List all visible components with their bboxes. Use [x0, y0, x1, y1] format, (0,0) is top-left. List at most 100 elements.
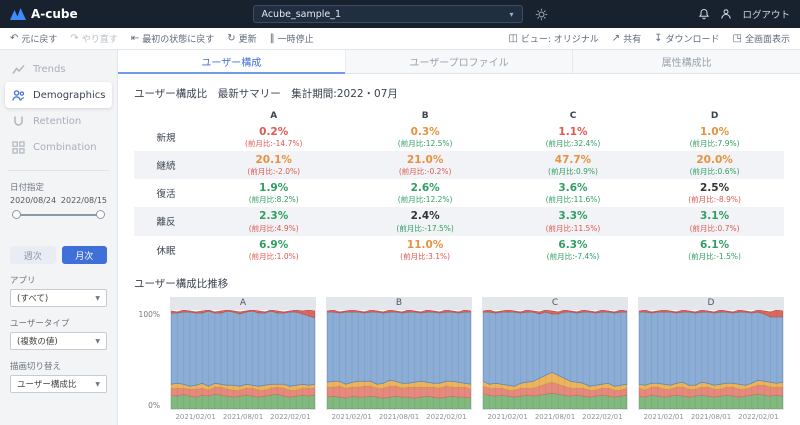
date-section-label: 日付指定 [0, 181, 117, 193]
summary-table-body: 新規0.2%(前月比:-14.7%)0.3%(前月比:12.5%)1.1%(前月… [134, 123, 784, 264]
metric-cell: 6.9%(前月比:1.0%) [198, 236, 349, 264]
redo-icon: ↷ [70, 34, 78, 44]
metric-delta: (前月比:12.5%) [349, 139, 500, 148]
sidebar-item-trends[interactable]: Trends [0, 56, 117, 82]
metric-value: 2.4% [349, 210, 500, 223]
row-label: 復活 [134, 179, 198, 207]
metric-delta: (前月比:1.0%) [198, 252, 349, 261]
app-filter-label: アプリ [0, 274, 117, 286]
slider-handle-start[interactable] [12, 210, 21, 219]
body-row: Trends Demographics Retention Combinatio… [0, 50, 800, 425]
metric-value: 0.2% [198, 126, 349, 139]
toolbar-right: ◫ビュー: オリジナル ↗共有 ↧ダウンロード ◳全画面表示 [508, 32, 790, 45]
sidebar-item-combination[interactable]: Combination [0, 134, 117, 160]
row-label: 離反 [134, 207, 198, 235]
corner-cell [134, 109, 198, 123]
undo-button[interactable]: ↶元に戻す [10, 32, 57, 45]
monthly-button[interactable]: 月次 [62, 246, 108, 264]
chart-B: B2021/02/012021/08/012022/02/01 [326, 297, 472, 421]
metric-delta: (前月比:4.9%) [198, 224, 349, 233]
chart-C: C2021/02/012021/08/012022/02/01 [482, 297, 628, 421]
date-range-slider[interactable] [12, 208, 105, 222]
table-row: 新規0.2%(前月比:-14.7%)0.3%(前月比:12.5%)1.1%(前月… [134, 123, 784, 151]
x-tick-label: 2021/08/01 [379, 413, 419, 421]
chart-A: A2021/02/012021/08/012022/02/01 [170, 297, 316, 421]
usertype-filter-label: ユーザータイプ [0, 317, 117, 329]
charts-row-wrap: 100% 0% A2021/02/012021/08/012022/02/01B… [134, 297, 784, 421]
charts-row: A2021/02/012021/08/012022/02/01B2021/02/… [170, 297, 784, 421]
metric-delta: (前月比:-1.5%) [645, 252, 784, 261]
metric-value: 6.3% [501, 239, 645, 252]
notification-bell-icon[interactable] [698, 8, 710, 20]
metric-delta: (前月比:8.2%) [198, 195, 349, 204]
fullscreen-button[interactable]: ◳全画面表示 [733, 32, 790, 45]
table-row: 休眠6.9%(前月比:1.0%)11.0%(前月比:3.1%)6.3%(前月比:… [134, 236, 784, 264]
metric-value: 20.1% [198, 154, 349, 167]
logout-button[interactable]: ログアウト [742, 7, 790, 21]
chart-header-label: B [326, 297, 472, 310]
app-filter-select[interactable]: (すべて)▼ [10, 289, 107, 307]
download-button[interactable]: ↧ダウンロード [654, 32, 719, 45]
reset-button[interactable]: ⇤最初の状態に戻す [131, 32, 214, 45]
x-axis-labels: 2021/02/012021/08/012022/02/01 [638, 413, 784, 421]
date-end: 2022/08/15 [61, 196, 107, 205]
date-start: 2020/08/24 [10, 196, 56, 205]
metric-cell: 1.1%(前月比:32.4%) [501, 123, 645, 151]
pause-icon: ‖ [270, 34, 275, 44]
workspace-select[interactable]: Acube_sample_1 ▾ [253, 5, 523, 23]
stacked-area-chart [638, 310, 784, 410]
sidebar-item-retention[interactable]: Retention [0, 108, 117, 134]
metric-delta: (前月比:12.2%) [349, 195, 500, 204]
x-tick-label: 2021/02/01 [487, 413, 527, 421]
metric-value: 11.0% [349, 239, 500, 252]
metric-cell: 0.3%(前月比:12.5%) [349, 123, 500, 151]
usertype-filter-select[interactable]: (複数の値)▼ [10, 332, 107, 350]
toolbar: ↶元に戻す ↷やり直す ⇤最初の状態に戻す ↻更新 ‖一時停止 ◫ビュー: オリ… [0, 28, 800, 50]
metric-delta: (前月比:-14.7%) [198, 139, 349, 148]
toolbar-left: ↶元に戻す ↷やり直す ⇤最初の状態に戻す ↻更新 ‖一時停止 [10, 32, 314, 45]
weekly-button[interactable]: 週次 [10, 246, 56, 264]
tab-attribute-composition[interactable]: 属性構成比 [573, 50, 800, 73]
logo-text: A-cube [31, 7, 78, 21]
metric-value: 3.1% [645, 210, 784, 223]
draw-switch-select[interactable]: ユーザー構成比▼ [10, 375, 107, 393]
chevron-down-icon: ▼ [95, 338, 100, 345]
metric-delta: (前月比:-7.4%) [501, 252, 645, 261]
slider-range [17, 214, 101, 216]
refresh-button[interactable]: ↻更新 [227, 32, 256, 45]
top-bar: A-cube Acube_sample_1 ▾ ログアウト [0, 0, 800, 28]
chart-section-title: ユーザー構成比推移 [134, 276, 784, 291]
stacked-area-chart [326, 310, 472, 410]
reset-icon: ⇤ [131, 34, 139, 44]
share-icon: ↗ [612, 34, 620, 44]
metric-value: 20.0% [645, 154, 784, 167]
metric-cell: 2.5%(前月比:-8.9%) [645, 179, 784, 207]
tab-user-composition[interactable]: ユーザー構成 [118, 50, 346, 73]
frequency-toggle: 週次 月次 [0, 246, 117, 264]
pause-button[interactable]: ‖一時停止 [270, 32, 314, 45]
metric-delta: (前月比:0.6%) [645, 167, 784, 176]
view-original-button[interactable]: ◫ビュー: オリジナル [508, 32, 598, 45]
redo-button[interactable]: ↷やり直す [70, 32, 117, 45]
metric-cell: 3.1%(前月比:0.7%) [645, 207, 784, 235]
metric-value: 2.3% [198, 210, 349, 223]
sidebar-item-demographics[interactable]: Demographics [5, 82, 112, 108]
grid-squares-icon [12, 141, 25, 154]
user-avatar-icon[interactable] [720, 8, 732, 20]
x-tick-label: 2022/02/01 [582, 413, 622, 421]
share-button[interactable]: ↗共有 [612, 32, 641, 45]
x-tick-label: 2022/02/01 [270, 413, 310, 421]
summary-table-head-row: ABCD [134, 109, 784, 123]
metric-cell: 0.2%(前月比:-14.7%) [198, 123, 349, 151]
settings-gear-icon[interactable] [535, 8, 548, 21]
chart-header-label: D [638, 297, 784, 310]
x-tick-label: 2021/08/01 [691, 413, 731, 421]
summary-table: ABCD 新規0.2%(前月比:-14.7%)0.3%(前月比:12.5%)1.… [134, 109, 784, 264]
metric-value: 3.6% [501, 182, 645, 195]
metric-delta: (前月比:0.9%) [501, 167, 645, 176]
slider-handle-end[interactable] [96, 210, 105, 219]
content-area: ユーザー構成比 最新サマリー 集計期間:2022・07月 ABCD 新規0.2%… [118, 74, 800, 425]
trends-chart-icon [12, 63, 25, 76]
tab-user-profile[interactable]: ユーザープロファイル [346, 50, 574, 73]
metric-value: 47.7% [501, 154, 645, 167]
